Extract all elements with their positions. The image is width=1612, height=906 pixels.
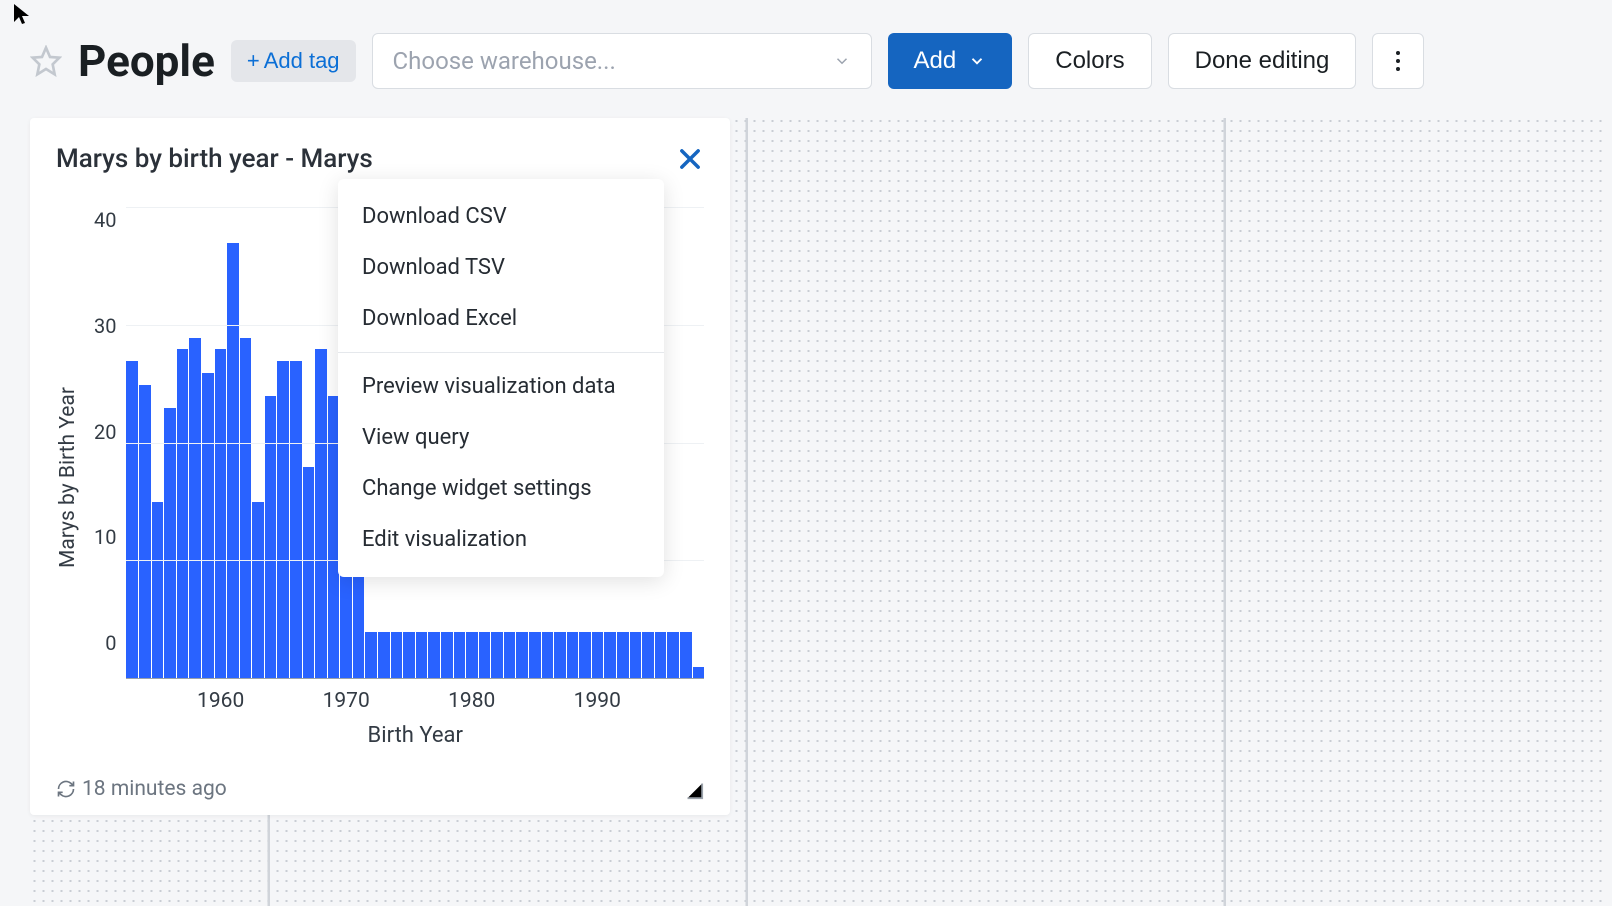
menu-item-widget-settings[interactable]: Change widget settings bbox=[338, 463, 664, 514]
last-refresh-text: 18 minutes ago bbox=[82, 777, 227, 801]
x-axis-line bbox=[126, 678, 704, 679]
bar[interactable] bbox=[466, 632, 478, 679]
bar[interactable] bbox=[265, 396, 277, 679]
menu-item-preview-data[interactable]: Preview visualization data bbox=[338, 361, 664, 412]
bar[interactable] bbox=[189, 338, 201, 679]
close-icon[interactable] bbox=[676, 145, 704, 173]
menu-item-download-tsv[interactable]: Download TSV bbox=[338, 242, 664, 293]
bar[interactable] bbox=[554, 632, 566, 679]
bar[interactable] bbox=[227, 243, 239, 679]
y-axis-ticks: 40 30 20 10 0 bbox=[80, 208, 126, 655]
bar[interactable] bbox=[365, 632, 377, 679]
bar[interactable] bbox=[177, 349, 189, 679]
bar[interactable] bbox=[126, 361, 138, 679]
bar[interactable] bbox=[441, 632, 453, 679]
bar[interactable] bbox=[252, 502, 264, 679]
y-tick: 0 bbox=[105, 631, 116, 655]
add-tag-label: Add tag bbox=[264, 48, 340, 74]
bar[interactable] bbox=[391, 632, 403, 679]
bar[interactable] bbox=[290, 361, 302, 679]
x-tick: 1990 bbox=[574, 689, 621, 713]
y-tick: 10 bbox=[94, 525, 116, 549]
bar[interactable] bbox=[303, 467, 315, 679]
add-button[interactable]: Add bbox=[888, 33, 1013, 89]
bar[interactable] bbox=[277, 361, 289, 679]
y-tick: 40 bbox=[94, 208, 116, 232]
bar[interactable] bbox=[567, 632, 579, 679]
more-options-button[interactable] bbox=[1372, 33, 1424, 89]
page-title: People bbox=[78, 35, 215, 87]
bar[interactable] bbox=[655, 632, 667, 679]
y-axis-label: Marys by Birth Year bbox=[56, 208, 80, 748]
bar[interactable] bbox=[378, 632, 390, 679]
bar[interactable] bbox=[617, 632, 629, 679]
x-tick: 1960 bbox=[197, 689, 244, 713]
bar[interactable] bbox=[667, 632, 679, 679]
bar[interactable] bbox=[202, 373, 214, 679]
bar[interactable] bbox=[479, 632, 491, 679]
kebab-icon bbox=[1395, 50, 1401, 72]
resize-handle-icon[interactable] bbox=[682, 778, 704, 800]
bar[interactable] bbox=[164, 408, 176, 679]
x-axis-ticks: 1960 1970 1980 1990 bbox=[126, 689, 704, 713]
x-tick: 1980 bbox=[448, 689, 495, 713]
bar[interactable] bbox=[529, 632, 541, 679]
chevron-down-icon bbox=[833, 52, 851, 70]
add-tag-button[interactable]: + Add tag bbox=[231, 40, 356, 82]
bar[interactable] bbox=[504, 632, 516, 679]
bar[interactable] bbox=[680, 632, 692, 679]
bar[interactable] bbox=[215, 349, 227, 679]
refresh-icon bbox=[56, 779, 76, 799]
chevron-down-icon bbox=[968, 52, 986, 70]
warehouse-select[interactable]: Choose warehouse... bbox=[372, 33, 872, 89]
y-tick: 20 bbox=[94, 420, 116, 444]
bar[interactable] bbox=[491, 632, 503, 679]
bar[interactable] bbox=[642, 632, 654, 679]
page-header: People + Add tag Choose warehouse... Add… bbox=[0, 0, 1612, 96]
bar[interactable] bbox=[416, 632, 428, 679]
bar[interactable] bbox=[592, 632, 604, 679]
bar[interactable] bbox=[454, 632, 466, 679]
bar[interactable] bbox=[579, 632, 591, 679]
widget-header: Marys by birth year - Marys bbox=[56, 144, 704, 174]
widget-title[interactable]: Marys by birth year - Marys bbox=[56, 144, 373, 174]
bar[interactable] bbox=[240, 338, 252, 679]
x-tick: 1970 bbox=[323, 689, 370, 713]
bar[interactable] bbox=[604, 632, 616, 679]
bar[interactable] bbox=[516, 632, 528, 679]
bar[interactable] bbox=[403, 632, 415, 679]
bar[interactable] bbox=[139, 385, 151, 679]
colors-button[interactable]: Colors bbox=[1028, 33, 1151, 89]
bar[interactable] bbox=[542, 632, 554, 679]
widget-context-menu: Download CSV Download TSV Download Excel… bbox=[338, 179, 664, 577]
star-icon[interactable] bbox=[30, 45, 62, 77]
menu-item-download-csv[interactable]: Download CSV bbox=[338, 191, 664, 242]
bar[interactable] bbox=[315, 349, 327, 679]
menu-item-download-excel[interactable]: Download Excel bbox=[338, 293, 664, 344]
widget-footer: 18 minutes ago bbox=[56, 777, 704, 801]
bar[interactable] bbox=[152, 502, 164, 679]
add-button-label: Add bbox=[914, 47, 957, 75]
y-tick: 30 bbox=[94, 314, 116, 338]
done-editing-button[interactable]: Done editing bbox=[1168, 33, 1357, 89]
x-axis-label: Birth Year bbox=[126, 723, 704, 748]
menu-item-edit-visualization[interactable]: Edit visualization bbox=[338, 514, 664, 565]
mouse-cursor-icon bbox=[10, 2, 34, 26]
menu-divider bbox=[338, 352, 664, 353]
plus-icon: + bbox=[247, 48, 260, 74]
warehouse-placeholder: Choose warehouse... bbox=[393, 47, 616, 75]
bar[interactable] bbox=[428, 632, 440, 679]
menu-item-view-query[interactable]: View query bbox=[338, 412, 664, 463]
bar[interactable] bbox=[630, 632, 642, 679]
